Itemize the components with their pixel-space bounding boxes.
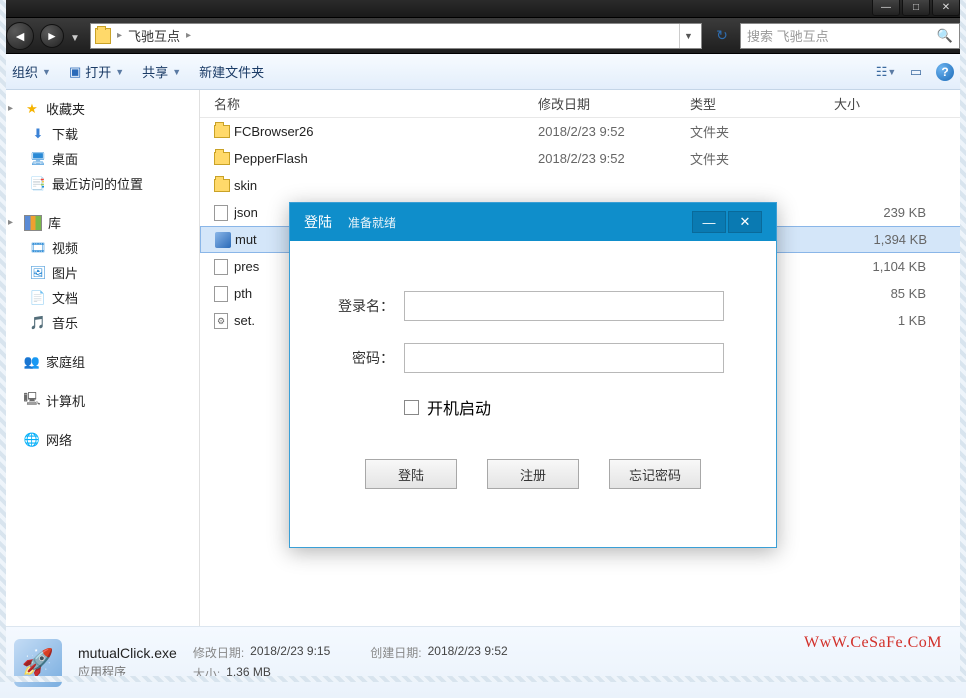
- file-name: FCBrowser26: [234, 124, 538, 139]
- file-type: 文件夹: [690, 149, 834, 168]
- dialog-title: 登陆: [304, 212, 332, 232]
- folder-icon: [214, 179, 230, 192]
- navigation-sidebar: ▸★收藏夹 ⬇下载 🖥桌面 📑最近访问的位置 ▸库 🎞视频 🖼图片 📄文档 🎵音…: [0, 90, 200, 626]
- address-bar[interactable]: ▸ 飞驰互点 ▸ ▼: [90, 23, 702, 49]
- breadcrumb-folder[interactable]: 飞驰互点: [128, 26, 180, 45]
- nav-history-dropdown[interactable]: ▼: [70, 27, 84, 44]
- watermark-text: WwW.CeSaFe.CoM: [804, 634, 942, 652]
- window-minimize-button[interactable]: —: [872, 0, 900, 16]
- window-maximize-button[interactable]: □: [902, 0, 930, 16]
- sidebar-recent[interactable]: 📑最近访问的位置: [0, 171, 199, 196]
- file-date: 2018/2/23 9:52: [538, 124, 690, 139]
- username-input[interactable]: [404, 291, 724, 321]
- column-type[interactable]: 类型: [690, 94, 834, 113]
- command-toolbar: 组织▼ ▣打开▼ 共享▼ 新建文件夹 ☷ ▼ ▭ ?: [0, 54, 966, 90]
- file-row[interactable]: skin: [200, 172, 966, 199]
- column-date[interactable]: 修改日期: [538, 94, 690, 113]
- config-icon: [214, 313, 228, 329]
- sidebar-desktop[interactable]: 🖥桌面: [0, 146, 199, 171]
- autostart-label: 开机启动: [427, 395, 491, 419]
- window-close-button[interactable]: ✕: [932, 0, 960, 16]
- folder-icon: [214, 125, 230, 138]
- nav-back-button[interactable]: ◄: [6, 22, 34, 50]
- search-icon: 🔍: [937, 28, 953, 44]
- file-size: 1,394 KB: [835, 232, 945, 247]
- column-size[interactable]: 大小: [834, 94, 944, 113]
- address-dropdown[interactable]: ▼: [679, 24, 697, 48]
- file-row[interactable]: FCBrowser262018/2/23 9:52文件夹: [200, 118, 966, 145]
- file-size: 1 KB: [834, 313, 944, 328]
- search-box[interactable]: 搜索 飞驰互点 🔍: [740, 23, 960, 49]
- refresh-button[interactable]: ↻: [710, 24, 734, 48]
- nav-forward-button[interactable]: ►: [40, 24, 64, 48]
- file-date: 2018/2/23 9:52: [538, 151, 690, 166]
- toolbar-open[interactable]: ▣打开▼: [69, 62, 124, 81]
- file-name: PepperFlash: [234, 151, 538, 166]
- sidebar-libraries[interactable]: ▸库: [0, 210, 199, 235]
- breadcrumb-separator: ▸: [186, 30, 191, 41]
- file-size: 1,104 KB: [834, 259, 944, 274]
- dialog-titlebar[interactable]: 登陆 准备就绪 — ✕: [290, 203, 776, 241]
- sidebar-favorites[interactable]: ▸★收藏夹: [0, 96, 199, 121]
- details-moddate: 2018/2/23 9:15: [250, 644, 330, 661]
- toolbar-organize[interactable]: 组织▼: [12, 62, 51, 81]
- folder-icon: [95, 28, 111, 44]
- sidebar-pictures[interactable]: 🖼图片: [0, 260, 199, 285]
- sidebar-network[interactable]: 🌐网络: [0, 427, 199, 452]
- toolbar-share[interactable]: 共享▼: [142, 62, 181, 81]
- dialog-minimize-button[interactable]: —: [692, 211, 726, 233]
- details-created: 2018/2/23 9:52: [428, 644, 508, 661]
- search-placeholder: 搜索 飞驰互点: [747, 26, 829, 45]
- folder-icon: [214, 152, 230, 165]
- login-dialog: 登陆 准备就绪 — ✕ 登录名： 密码： 开机启动 登陆 注册 忘记密码: [289, 202, 777, 548]
- autostart-checkbox[interactable]: [404, 400, 419, 415]
- library-icon: [24, 215, 42, 231]
- sidebar-videos[interactable]: 🎞视频: [0, 235, 199, 260]
- sidebar-documents[interactable]: 📄文档: [0, 285, 199, 310]
- sidebar-music[interactable]: 🎵音乐: [0, 310, 199, 335]
- details-filename: mutualClick.exe: [78, 645, 177, 661]
- register-button[interactable]: 注册: [487, 459, 579, 489]
- sidebar-homegroup[interactable]: 👥家庭组: [0, 349, 199, 374]
- window-border: [0, 0, 6, 682]
- sidebar-downloads[interactable]: ⬇下载: [0, 121, 199, 146]
- navigation-bar: ◄ ► ▼ ▸ 飞驰互点 ▸ ▼ ↻ 搜索 飞驰互点 🔍: [0, 18, 966, 54]
- column-name[interactable]: 名称: [214, 94, 538, 113]
- window-titlebar: — □ ✕: [0, 0, 966, 18]
- exe-icon: [215, 232, 231, 248]
- column-headers[interactable]: 名称 修改日期 类型 大小: [200, 90, 966, 118]
- dialog-close-button[interactable]: ✕: [728, 211, 762, 233]
- password-input[interactable]: [404, 343, 724, 373]
- file-row[interactable]: PepperFlash2018/2/23 9:52文件夹: [200, 145, 966, 172]
- file-size: 85 KB: [834, 286, 944, 301]
- preview-pane-button[interactable]: ▭: [906, 64, 926, 80]
- window-border: [0, 676, 966, 682]
- file-icon: [214, 259, 228, 275]
- view-options-button[interactable]: ☷ ▼: [876, 64, 896, 80]
- toolbar-newfolder[interactable]: 新建文件夹: [199, 62, 264, 81]
- window-border: [960, 0, 966, 682]
- password-label: 密码：: [330, 348, 394, 368]
- username-label: 登录名：: [330, 296, 394, 316]
- file-icon: [214, 286, 228, 302]
- login-button[interactable]: 登陆: [365, 459, 457, 489]
- file-type: 文件夹: [690, 122, 834, 141]
- file-name: skin: [234, 178, 538, 193]
- help-button[interactable]: ?: [936, 63, 954, 81]
- file-icon: [214, 205, 228, 221]
- breadcrumb-separator: ▸: [117, 30, 122, 41]
- file-size: 239 KB: [834, 205, 944, 220]
- sidebar-computer[interactable]: 🖳计算机: [0, 388, 199, 413]
- forgot-password-button[interactable]: 忘记密码: [609, 459, 701, 489]
- dialog-subtitle: 准备就绪: [348, 214, 396, 231]
